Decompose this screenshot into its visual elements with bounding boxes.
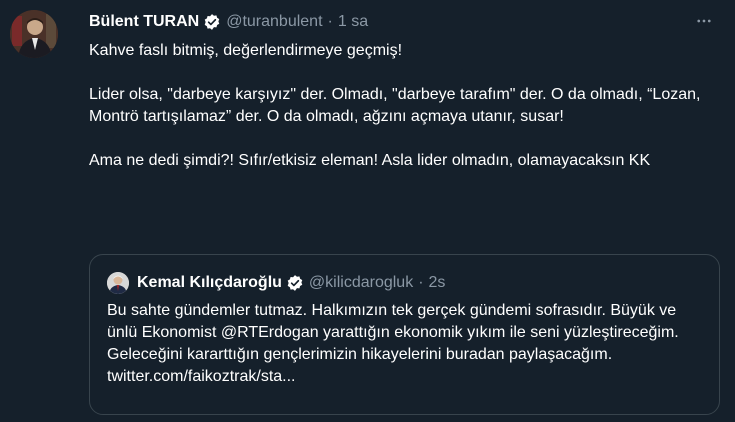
tweet-line: Kahve faslı bitmiş, değerlendirmeye geçm… (89, 42, 403, 59)
author-handle[interactable]: @turanbulent (226, 13, 322, 31)
author-avatar[interactable] (10, 10, 58, 58)
more-options-icon[interactable] (689, 10, 719, 32)
tweet-line: Ama ne dedi şimdi?! Sıfır/etkisiz eleman… (89, 152, 651, 169)
tweet-timestamp[interactable]: 1 sa (338, 13, 368, 31)
quoted-author-avatar (107, 272, 129, 294)
quoted-author-name: Kemal Kılıçdaroğlu (137, 274, 282, 291)
verified-badge-icon (203, 13, 221, 31)
tweet-text: Kahve faslı bitmiş, değerlendirmeye geçm… (89, 40, 719, 172)
tweet-line: Lider olsa, "darbeye karşıyız" der. Olma… (89, 86, 701, 125)
quoted-tweet-timestamp: 2s (428, 274, 446, 291)
quoted-tweet-text: Bu sahte gündemler tutmaz. Halkımızın te… (107, 302, 679, 385)
quoted-author-handle: @kilicdarogluk (308, 274, 414, 291)
tweet[interactable]: Bülent TURAN @turanbulent · 1 sa Kahve f… (0, 0, 735, 422)
quoted-header-separator: · (418, 274, 424, 291)
tweet-header: Bülent TURAN @turanbulent · 1 sa (89, 11, 368, 33)
quoted-tweet[interactable]: Kemal Kılıçdaroğlu @kilicdarogluk · 2s B… (89, 254, 720, 415)
verified-badge-icon (286, 274, 304, 292)
header-separator: · (327, 13, 333, 30)
quoted-tweet-header: Kemal Kılıçdaroğlu @kilicdarogluk · 2s (107, 272, 445, 294)
author-name[interactable]: Bülent TURAN (89, 13, 199, 31)
